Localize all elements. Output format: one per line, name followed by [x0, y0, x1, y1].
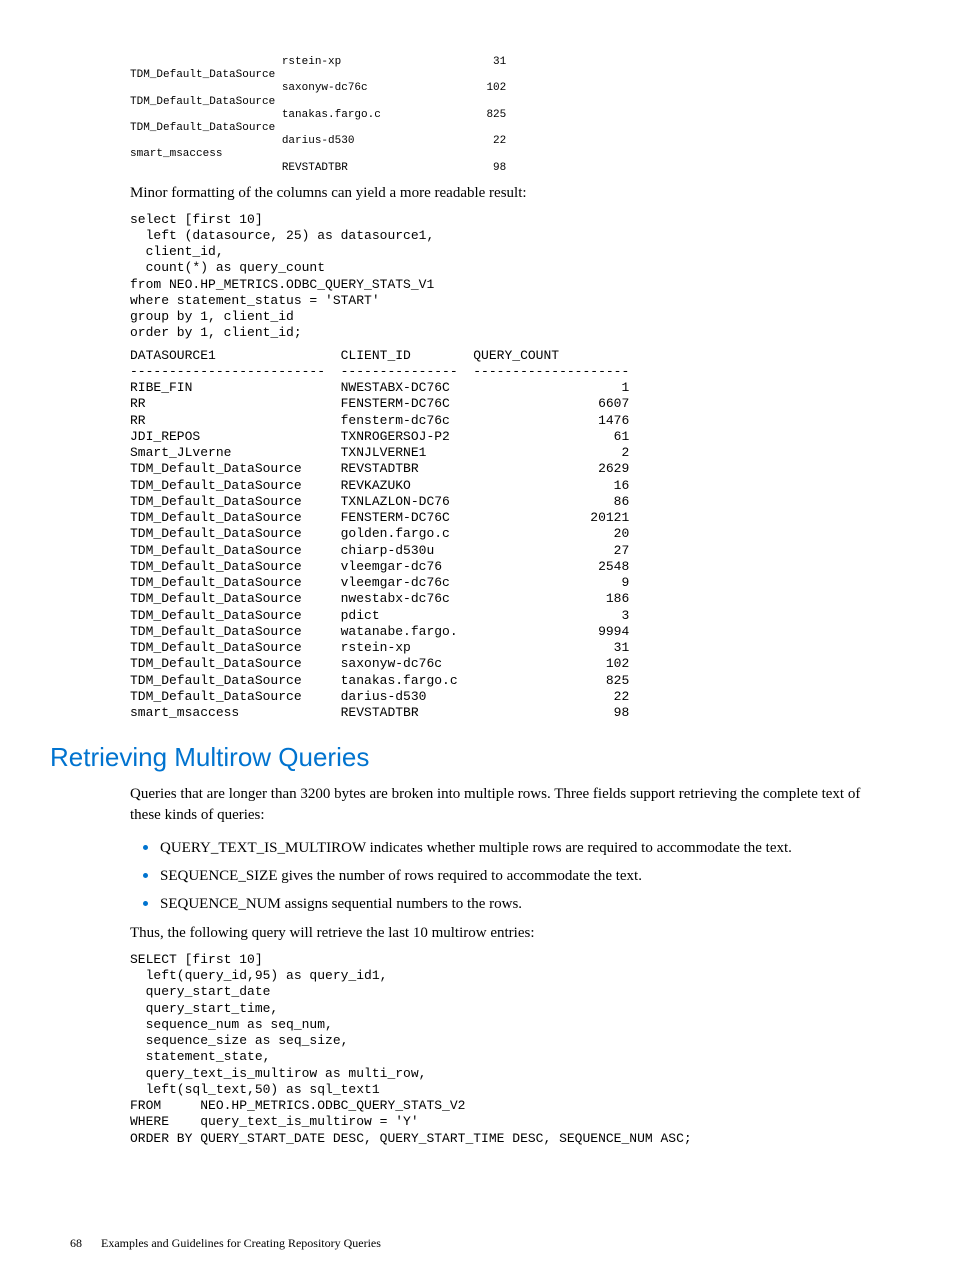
list-item: SEQUENCE_NUM assigns sequential numbers … [160, 890, 884, 915]
paragraph-format-note: Minor formatting of the columns can yiel… [130, 183, 884, 204]
code-block-sql1: select [first 10] left (datasource, 25) … [130, 212, 884, 342]
list-item: QUERY_TEXT_IS_MULTIROW indicates whether… [160, 834, 884, 859]
bullet-list: QUERY_TEXT_IS_MULTIROW indicates whether… [130, 834, 884, 915]
paragraph-multirow-intro: Queries that are longer than 3200 bytes … [130, 784, 884, 826]
list-item: SEQUENCE_SIZE gives the number of rows r… [160, 862, 884, 887]
code-block-top: rstein-xp 31 TDM_Default_DataSource saxo… [130, 56, 884, 175]
code-block-sql2: SELECT [first 10] left(query_id,95) as q… [130, 952, 884, 1147]
page-number: 68 [70, 1236, 82, 1250]
code-block-table1: DATASOURCE1 CLIENT_ID QUERY_COUNT ------… [130, 348, 884, 722]
chapter-title: Examples and Guidelines for Creating Rep… [101, 1236, 381, 1250]
page-footer: 68 Examples and Guidelines for Creating … [70, 1235, 381, 1252]
paragraph-thus: Thus, the following query will retrieve … [130, 923, 884, 944]
section-heading: Retrieving Multirow Queries [50, 739, 884, 775]
